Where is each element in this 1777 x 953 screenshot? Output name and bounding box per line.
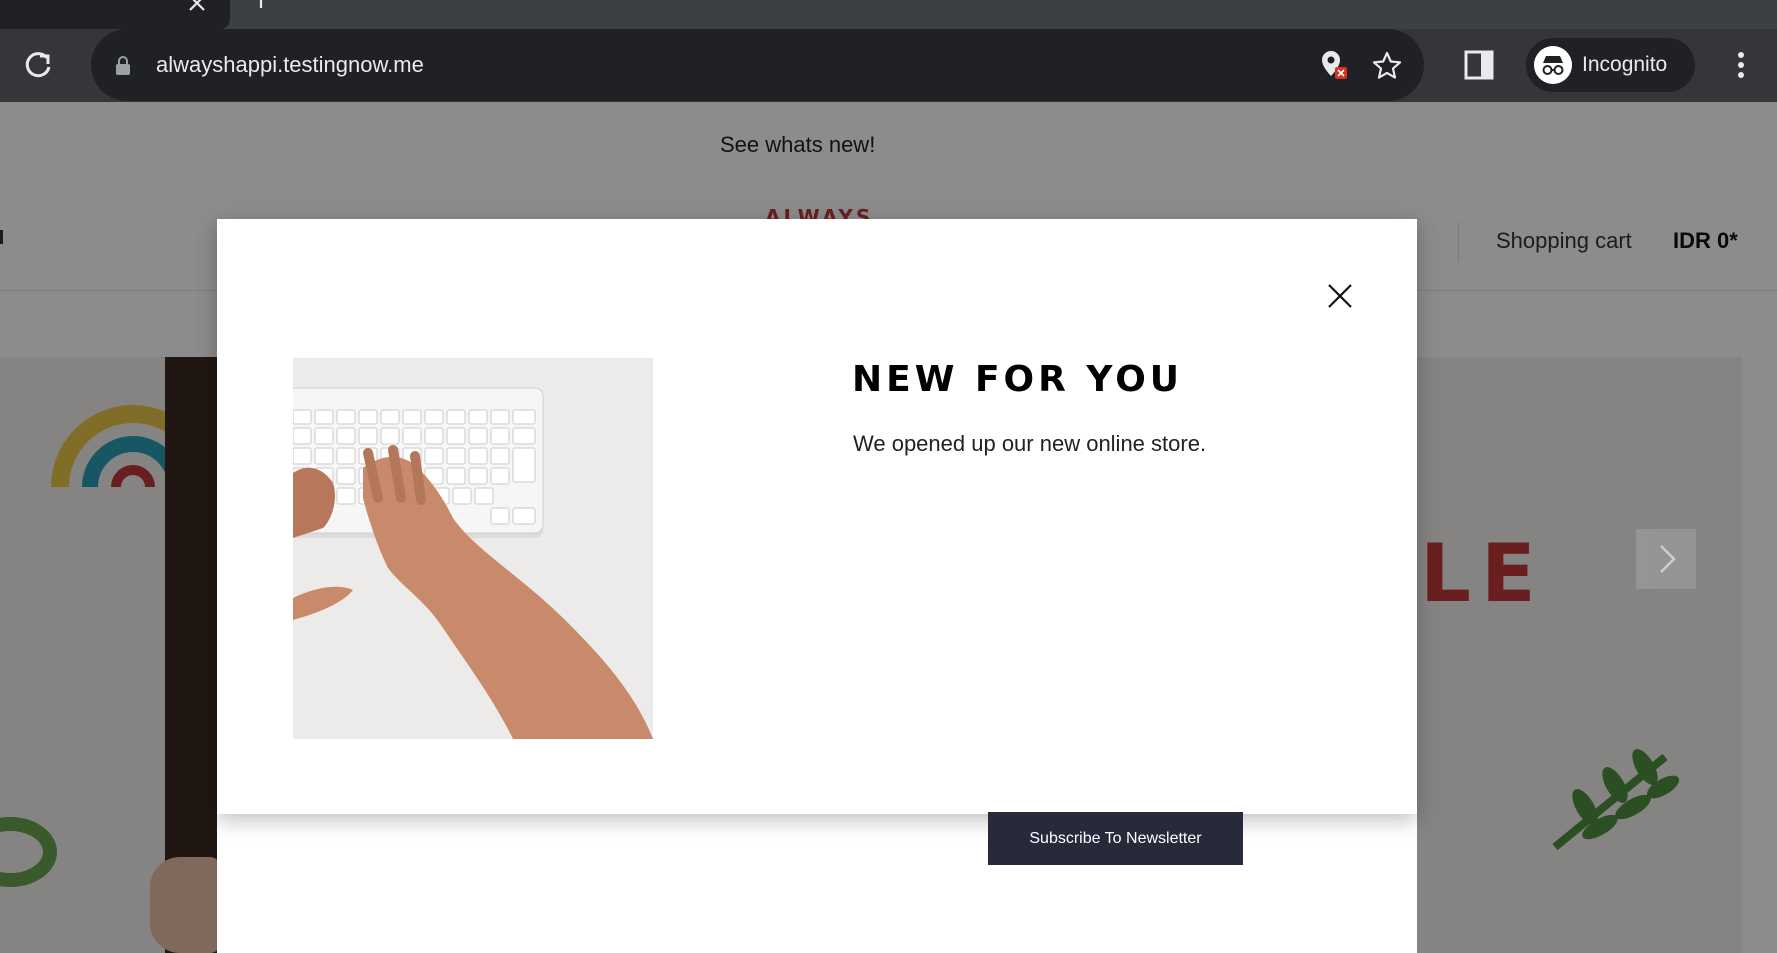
tab-strip	[0, 0, 1777, 29]
address-bar[interactable]: alwayshappi.testingnow.me	[91, 29, 1424, 101]
popup-description: We opened up our new online store.	[853, 431, 1207, 456]
incognito-label: Incognito	[1582, 53, 1668, 76]
newsletter-popup: NEW FOR YOU We opened up our new online …	[217, 219, 1417, 814]
location-blocked-icon[interactable]	[1319, 49, 1349, 81]
bookmark-star-icon[interactable]	[1371, 50, 1403, 80]
side-panel-icon[interactable]	[1463, 49, 1495, 81]
incognito-icon	[1534, 46, 1572, 84]
reload-icon[interactable]	[20, 47, 56, 83]
incognito-profile-button[interactable]: Incognito	[1526, 38, 1695, 92]
popup-title: NEW FOR YOU	[852, 359, 1184, 400]
subscribe-newsletter-button[interactable]: Subscribe To Newsletter	[988, 812, 1243, 865]
url-text[interactable]: alwayshappi.testingnow.me	[156, 49, 424, 81]
close-tab-icon[interactable]	[186, 0, 208, 14]
keyboard-typing-image	[293, 358, 653, 739]
new-tab-icon[interactable]	[250, 0, 272, 10]
chevron-right-icon	[1660, 545, 1676, 573]
more-menu-icon[interactable]	[1733, 49, 1749, 81]
slider-next-button[interactable]	[1636, 529, 1696, 589]
lock-icon[interactable]	[115, 56, 131, 76]
browser-toolbar: alwayshappi.testingnow.me Incognito	[0, 29, 1777, 102]
close-icon[interactable]	[1327, 283, 1353, 309]
